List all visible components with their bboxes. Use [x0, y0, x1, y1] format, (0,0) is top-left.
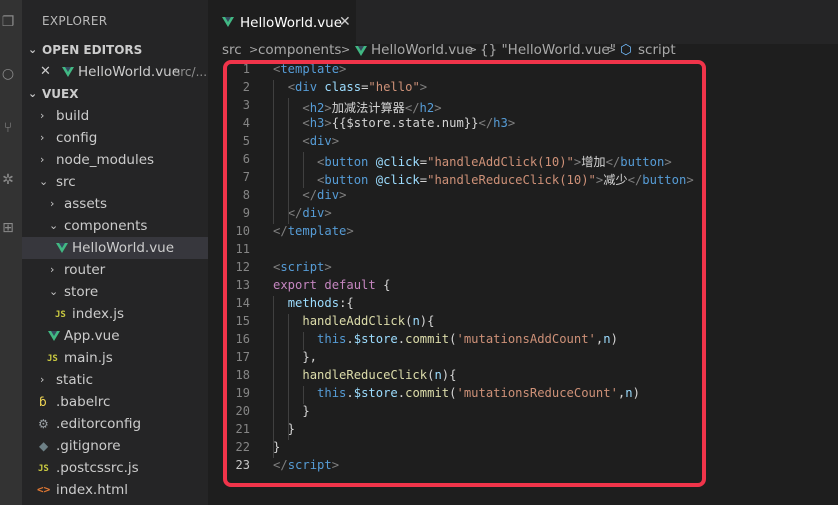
- highlight-box: [223, 60, 706, 487]
- vue-file-icon: [355, 46, 367, 56]
- tree-item-router[interactable]: › router: [22, 259, 208, 281]
- tree-item-postcssrc-js[interactable]: JS .postcssrc.js: [22, 457, 208, 479]
- gear-icon: ⚙: [38, 417, 49, 431]
- babel-icon: ɓ: [39, 395, 47, 409]
- js-file-icon: JS: [55, 310, 66, 320]
- files-icon[interactable]: ❐: [0, 14, 16, 30]
- tree-item-node-modules[interactable]: › node_modules: [22, 149, 208, 171]
- tree-item-editorconfig[interactable]: ⚙ .editorconfig: [22, 413, 208, 435]
- tree-item-config[interactable]: › config: [22, 127, 208, 149]
- tree-item-assets[interactable]: › assets: [22, 193, 208, 215]
- breadcrumb-item[interactable]: src: [222, 42, 242, 58]
- tree-item-label: HelloWorld.vue: [72, 240, 175, 256]
- tree-item-label: App.vue: [64, 328, 120, 344]
- tab-helloworld-vue[interactable]: HelloWorld.vue ✕: [208, 0, 356, 45]
- open-editor-path: src/...: [174, 65, 208, 79]
- tree-item-label: main.js: [64, 350, 113, 366]
- tree-item-label: .postcssrc.js: [56, 460, 139, 476]
- tab-label: HelloWorld.vue: [240, 15, 343, 31]
- debug-icon[interactable]: ✲: [0, 172, 16, 188]
- tree-item-label: static: [56, 372, 94, 388]
- tree-item-label: components: [64, 218, 148, 234]
- explorer-title: EXPLORER: [42, 14, 108, 28]
- tree-item-helloworld-vue[interactable]: HelloWorld.vue: [22, 237, 208, 259]
- tree-item-label: .gitignore: [56, 438, 121, 454]
- breadcrumb-separator: >: [249, 43, 259, 56]
- breadcrumb-separator: >: [607, 43, 617, 56]
- extensions-icon[interactable]: ⊞: [0, 220, 16, 236]
- tree-item-app-vue[interactable]: App.vue: [22, 325, 208, 347]
- tree-item-label: index.html: [56, 482, 128, 498]
- editor-tab-bar: HelloWorld.vue ✕: [208, 0, 838, 45]
- project-section[interactable]: ⌄ VUEX: [22, 83, 208, 105]
- chevron-down-icon: ⌄: [28, 87, 38, 100]
- chevron-right-icon: ›: [40, 153, 45, 166]
- tree-item-label: config: [56, 130, 98, 146]
- tree-item-label: src: [56, 174, 76, 190]
- breadcrumb-separator: >: [341, 43, 351, 56]
- html-file-icon: <>: [37, 483, 51, 496]
- breadcrumb-item[interactable]: script: [638, 42, 676, 58]
- source-control-icon[interactable]: ⑂: [0, 120, 16, 136]
- tree-item-index-js[interactable]: JS index.js: [22, 303, 208, 325]
- tree-item-babelrc[interactable]: ɓ .babelrc: [22, 391, 208, 413]
- chevron-right-icon: ›: [50, 263, 55, 276]
- tree-item-gitignore[interactable]: ◆ .gitignore: [22, 435, 208, 457]
- chevron-down-icon: ⌄: [39, 175, 49, 188]
- tree-item-label: assets: [64, 196, 107, 212]
- tree-item-label: node_modules: [56, 152, 155, 168]
- activity-bar: ❐ ○ ⑂ ✲ ⊞: [0, 0, 22, 505]
- symbol-icon: ⬡: [620, 42, 632, 58]
- tree-item-src[interactable]: ⌄ src: [22, 171, 208, 193]
- git-icon: ◆: [39, 439, 49, 453]
- js-file-icon: JS: [47, 354, 58, 364]
- open-editor-filename: HelloWorld.vue: [78, 64, 181, 80]
- tree-item-store[interactable]: ⌄ store: [22, 281, 208, 303]
- chevron-right-icon: ›: [40, 373, 45, 386]
- tree-item-main-js[interactable]: JS main.js: [22, 347, 208, 369]
- chevron-down-icon: ⌄: [49, 285, 59, 298]
- search-icon[interactable]: ○: [0, 66, 16, 82]
- close-icon[interactable]: ✕: [40, 61, 51, 83]
- tree-item-index-html[interactable]: <> index.html: [22, 479, 208, 501]
- tree-item-label: index.js: [72, 306, 125, 322]
- tree-item-static[interactable]: › static: [22, 369, 208, 391]
- open-editors-section[interactable]: ⌄ OPEN EDITORS: [22, 39, 208, 61]
- tree-item-label: .editorconfig: [56, 416, 142, 432]
- tree-item-components[interactable]: ⌄ components: [22, 215, 208, 237]
- tree-item-label: build: [56, 108, 90, 124]
- explorer-sidebar: EXPLORER ⌄ OPEN EDITORS ✕ HelloWorld.vue…: [22, 0, 208, 505]
- vue-file-icon: [62, 67, 74, 77]
- open-editor-item[interactable]: ✕ HelloWorld.vue src/...: [22, 61, 208, 83]
- chevron-down-icon: ⌄: [28, 43, 38, 56]
- chevron-down-icon: ⌄: [49, 219, 59, 232]
- tree-item-label: .babelrc: [56, 394, 111, 410]
- project-label: VUEX: [42, 87, 79, 101]
- vue-file-icon: [222, 17, 234, 27]
- breadcrumb-item[interactable]: components: [258, 42, 341, 58]
- tree-item-build[interactable]: › build: [22, 105, 208, 127]
- breadcrumb-item[interactable]: HelloWorld.vue: [371, 42, 473, 58]
- js-file-icon: JS: [38, 464, 49, 474]
- chevron-right-icon: ›: [50, 197, 55, 210]
- chevron-right-icon: ›: [40, 109, 45, 122]
- vue-file-icon: [48, 331, 60, 341]
- close-icon[interactable]: ✕: [339, 14, 351, 30]
- open-editors-label: OPEN EDITORS: [42, 43, 143, 57]
- breadcrumb-separator: >: [468, 43, 478, 56]
- tree-item-label: router: [64, 262, 106, 278]
- chevron-right-icon: ›: [40, 131, 45, 144]
- tree-item-label: store: [64, 284, 99, 300]
- breadcrumb-item[interactable]: {} "HelloWorld.vue": [480, 42, 616, 58]
- vue-file-icon: [56, 243, 68, 253]
